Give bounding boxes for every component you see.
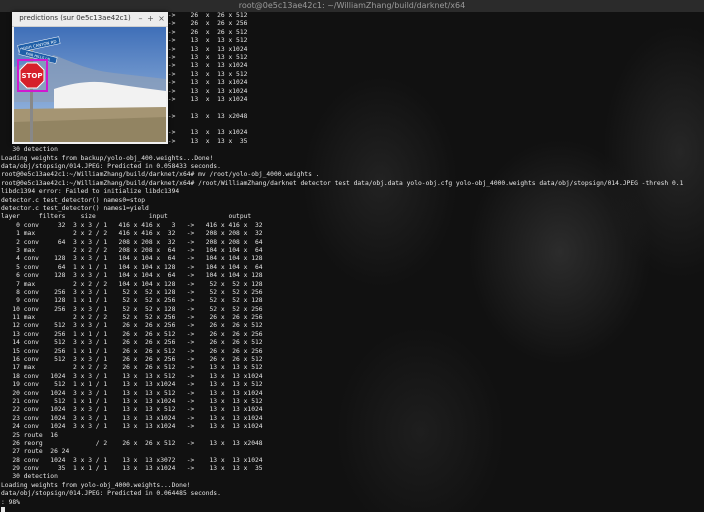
terminal-line: 23 conv 1024 3 x 3 / 1 13 x 13 x1024 -> … (1, 414, 263, 422)
terminal-line: data/obj/stopsign/014.JPEG: Predicted in… (1, 163, 221, 171)
terminal-line: 16 conv 512 3 x 3 / 1 26 x 26 x 256 -> 2… (1, 356, 263, 364)
terminal-line: 25 route 16 (1, 431, 58, 439)
predictions-titlebar[interactable]: predictions (sur 0e5c13ae42c1) – + × (12, 12, 168, 27)
predictions-window[interactable]: predictions (sur 0e5c13ae42c1) – + × HIG… (12, 12, 168, 144)
terminal-line: root@0e5c13ae42c1:~/WilliamZhang/build/d… (1, 179, 684, 187)
window-title: root@0e5c13ae42c1: ~/WilliamZhang/build/… (238, 1, 466, 10)
terminal-line: 2 conv 64 3 x 3 / 1 208 x 208 x 32 -> 20… (1, 238, 263, 246)
terminal-line: 0 conv 32 3 x 3 / 1 416 x 416 x 3 -> 416… (1, 221, 263, 229)
terminal-line: 30 detection (1, 473, 58, 481)
terminal-line: 22 conv 1024 3 x 3 / 1 13 x 13 x 512 -> … (1, 406, 263, 414)
terminal-line: Loading weights from yolo-obj_4000.weigh… (1, 481, 191, 489)
stop-sign-text: STOP (22, 72, 43, 80)
terminal-line: 24 conv 1024 3 x 3 / 1 13 x 13 x1024 -> … (1, 423, 263, 431)
terminal-line: 13 conv 256 1 x 1 / 1 26 x 26 x 512 -> 2… (1, 330, 263, 338)
terminal-line: 19 conv 512 1 x 1 / 1 13 x 13 x1024 -> 1… (1, 381, 263, 389)
terminal-line: 5 conv 64 1 x 1 / 1 104 x 104 x 128 -> 1… (1, 263, 263, 271)
terminal-line: Loading weights from backup/yolo-obj_400… (1, 154, 214, 162)
terminal-line: 26 reorg / 2 26 x 26 x 512 -> 13 x 13 x2… (1, 439, 263, 447)
terminal-line: detector.c test_detector() names0=stop (1, 196, 146, 204)
terminal-line: libdc1394 error: Failed to initialize li… (1, 188, 180, 196)
terminal-line: 4 conv 128 3 x 3 / 1 104 x 104 x 64 -> 1… (1, 255, 263, 263)
terminal-line: layer filters size input output (1, 213, 252, 221)
terminal-line: 18 conv 1024 3 x 3 / 1 13 x 13 x 512 -> … (1, 372, 263, 380)
close-button[interactable]: × (157, 14, 166, 23)
terminal-line: root@0e5c13ae42c1:~/WilliamZhang/build/d… (1, 171, 320, 179)
text-cursor (1, 507, 5, 512)
terminal-line: 6 conv 128 3 x 3 / 1 104 x 104 x 64 -> 1… (1, 272, 263, 280)
predictions-title: predictions (sur 0e5c13ae42c1) (19, 14, 131, 22)
minimize-button[interactable]: – (136, 14, 145, 23)
terminal-line: 8 conv 256 3 x 3 / 1 52 x 52 x 128 -> 52… (1, 288, 263, 296)
terminal-line: 7 max 2 x 2 / 2 104 x 104 x 128 -> 52 x … (1, 280, 263, 288)
cursor-line (1, 507, 683, 512)
terminal-line: 14 conv 512 3 x 3 / 1 26 x 26 x 256 -> 2… (1, 339, 263, 347)
terminal-line: 20 conv 1024 3 x 3 / 1 13 x 13 x 512 -> … (1, 389, 263, 397)
terminal-line: 30 detection (1, 146, 58, 154)
terminal-line: 1 max 2 x 2 / 2 416 x 416 x 32 -> 208 x … (1, 230, 263, 238)
prediction-image: HIGH CANYON RD FAIR HILLS LN STOP (14, 27, 166, 142)
terminal-line: 28 conv 1024 3 x 3 / 1 13 x 13 x3072 -> … (1, 456, 263, 464)
terminal-line: : 98% (1, 498, 20, 506)
terminal-line: 17 max 2 x 2 / 2 26 x 26 x 512 -> 13 x 1… (1, 364, 263, 372)
terminal-line: 21 conv 512 1 x 1 / 1 13 x 13 x1024 -> 1… (1, 397, 263, 405)
maximize-button[interactable]: + (146, 14, 155, 23)
terminal-line: 3 max 2 x 2 / 2 208 x 208 x 64 -> 104 x … (1, 246, 263, 254)
terminal-line: 9 conv 128 1 x 1 / 1 52 x 52 x 256 -> 52… (1, 297, 263, 305)
terminal-line: 10 conv 256 3 x 3 / 1 52 x 52 x 128 -> 5… (1, 305, 263, 313)
terminal-line: data/obj/stopsign/014.JPEG: Predicted in… (1, 490, 221, 498)
terminal-line: 11 max 2 x 2 / 2 52 x 52 x 256 -> 26 x 2… (1, 314, 263, 322)
terminal-line: 27 route 26 24 (1, 448, 70, 456)
terminal-line: 15 conv 256 1 x 1 / 1 26 x 26 x 512 -> 2… (1, 347, 263, 355)
terminal-line: detector.c test_detector() names1=yield (1, 204, 149, 212)
terminal-line: 29 conv 35 1 x 1 / 1 13 x 13 x1024 -> 13… (1, 465, 263, 473)
terminal-line: 12 conv 512 3 x 3 / 1 26 x 26 x 256 -> 2… (1, 322, 263, 330)
